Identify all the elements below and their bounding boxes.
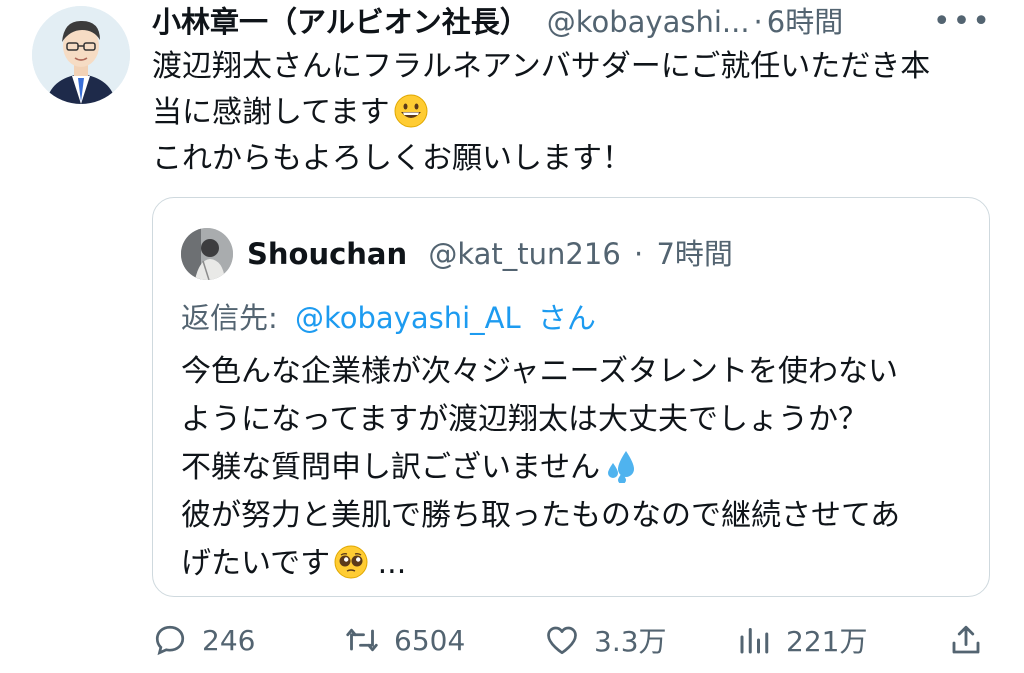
share-button[interactable] [948,612,984,668]
pleading-face-emoji [334,545,368,579]
author-handle[interactable]: @kobayashi... [547,0,750,44]
reply-to-handle-link[interactable]: @kobayashi_AL [295,301,521,335]
tweet-time[interactable]: 6時間 [767,0,843,44]
tweet-header: 小林章一（アルビオン社長） @kobayashi... · 6時間 ••• [152,0,992,44]
reply-to-label: 返信先: [181,301,278,335]
quoted-header-separator: · [634,237,644,271]
reply-icon [155,625,185,656]
author-name[interactable]: 小林章一（アルビオン社長） [152,0,529,44]
grinning-face-emoji [394,94,428,128]
reply-to-suffix: さん [537,301,596,335]
reply-button[interactable]: 246 [152,612,255,668]
analytics-icon [740,628,769,654]
views-count: 221万 [786,625,868,658]
quoted-avatar-photo [181,228,233,280]
tweet-text: 渡辺翔太さんにフラルネアンバサダーにご就任いただき本 当に感謝してます これから… [152,44,1002,182]
tweet-text-main: 渡辺翔太さんにフラルネアンバサダーにご就任いただき本 当に感謝してます [152,49,931,130]
quoted-header: Shouchan @kat_tun216 · 7時間 [247,232,733,276]
quoted-author-handle[interactable]: @kat_tun216 [428,237,620,271]
author-avatar[interactable] [32,6,130,104]
quoted-text: 今色んな企業様が次々ジャニーズタレントを使わない ようになってますが渡辺翔太は大… [181,348,971,588]
quoted-author-avatar[interactable] [181,228,233,280]
sweat-droplets-emoji [604,449,638,484]
quoted-text-part2: 彼が努力と美肌で勝ち取ったものなので継続させてあ げたいです [181,498,901,581]
author-avatar-illustration [32,6,130,104]
tweet-text-line3: これからもよろしくお願いします！ [152,141,632,176]
views-button[interactable]: 221万 [736,612,867,668]
quoted-tweet[interactable]: Shouchan @kat_tun216 · 7時間 返信先: @kobayas… [152,197,990,597]
retweet-count: 6504 [394,623,466,657]
quoted-text-tail: ... [368,546,407,581]
like-button[interactable]: 3.3万 [544,612,667,668]
reply-count: 246 [202,623,256,657]
like-count: 3.3万 [594,625,667,658]
quoted-text-part1: 今色んな企業様が次々ジャニーズタレントを使わない ようになってますが渡辺翔太は大… [181,354,898,485]
reply-to-line: 返信先: @kobayashi_AL さん [181,296,596,340]
share-icon [952,625,980,654]
quoted-time[interactable]: 7時間 [656,237,732,271]
more-horizontal-icon[interactable]: ••• [933,0,992,44]
retweet-icon [346,628,378,652]
heart-icon [547,626,577,655]
header-separator: · [753,5,763,39]
retweet-button[interactable]: 6504 [344,612,465,668]
action-bar: 246 6504 3.3万 221万 [152,612,1002,668]
quoted-author-name[interactable]: Shouchan [247,237,407,271]
